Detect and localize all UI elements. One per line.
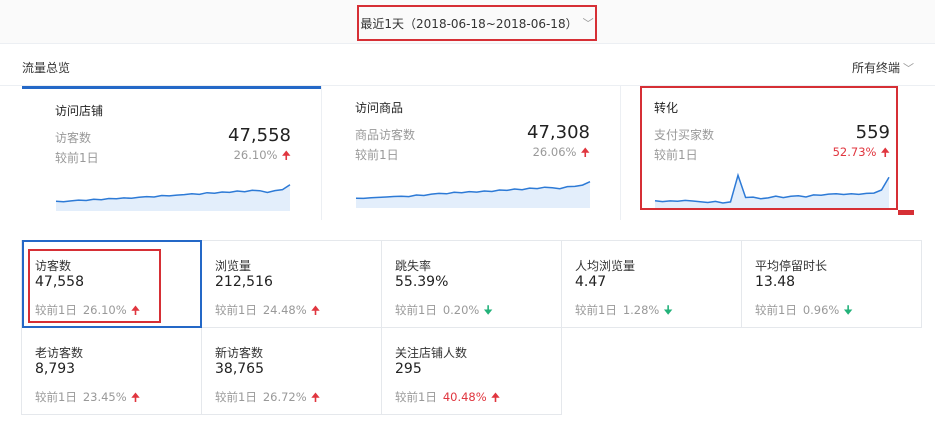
metric-cell-new-visitors[interactable]: 新访客数 38,765 较前1日 26.72% 🠉 — [201, 327, 382, 415]
metric-value: 295 — [395, 361, 422, 377]
date-toolbar: 最近1天（2018-06-18~2018-06-18） ﹀ — [0, 0, 935, 44]
metric-label: 关注店铺人数 — [395, 346, 468, 360]
arrow-up-icon: 🠉 — [310, 303, 321, 317]
metric-label: 老访客数 — [35, 346, 84, 360]
arrow-down-icon: 🠋 — [843, 303, 853, 317]
compare-label: 较前1日 — [395, 303, 437, 317]
arrow-up-icon: 🠉 — [580, 145, 590, 159]
metric-label: 平均停留时长 — [755, 259, 828, 273]
chevron-down-icon: ﹀ — [582, 17, 594, 30]
delta-percent: 0.20% — [442, 303, 480, 317]
metric-cell-returning-visitors[interactable]: 老访客数 8,793 较前1日 23.45% 🠉 — [21, 327, 202, 415]
metric-value: 4.47 — [575, 274, 607, 290]
metric-value: 55.39% — [395, 274, 449, 290]
compare-label: 较前1日 — [755, 303, 797, 317]
metric-label: 人均浏览量 — [575, 259, 636, 273]
metric-value: 47,308 — [527, 122, 590, 143]
terminal-filter[interactable]: 所有终端 ﹀ — [852, 59, 914, 76]
delta-percent: 40.48% — [442, 390, 487, 404]
metric-compare: 较前1日 24.48% 🠉 — [215, 302, 320, 322]
overview-card-store-visits[interactable]: 访问店铺 访客数 较前1日 47,558 26.10% 🠉 — [22, 86, 321, 222]
metric-compare: 较前1日 26.72% 🠉 — [215, 389, 320, 409]
delta: 26.10% 🠉 — [234, 148, 291, 167]
date-range-selector[interactable]: 最近1天（2018-06-18~2018-06-18） ﹀ — [357, 5, 597, 41]
delta-percent: 26.10% — [233, 148, 278, 162]
metric-label: 浏览量 — [215, 259, 252, 273]
delta-percent: 26.72% — [262, 390, 307, 404]
metric-cell-bounce-rate[interactable]: 跳失率 55.39% 较前1日 0.20% 🠋 — [381, 240, 562, 328]
overview-card-product-visits[interactable]: 访问商品 商品访客数 较前1日 47,308 26.06% 🠉 — [322, 86, 620, 222]
metric-cell-avg-duration[interactable]: 平均停留时长 13.48 较前1日 0.96% 🠋 — [741, 240, 922, 328]
compare-label: 较前1日 — [395, 390, 437, 404]
delta-percent: 26.06% — [532, 145, 577, 159]
metric-cell-store-followers[interactable]: 关注店铺人数 295 较前1日 40.48% 🠉 — [381, 327, 562, 415]
metric-value: 8,793 — [35, 361, 76, 377]
metric-cell-avg-pageviews[interactable]: 人均浏览量 4.47 较前1日 1.28% 🠋 — [561, 240, 742, 328]
delta-percent: 0.96% — [802, 303, 840, 317]
trend-area — [56, 184, 290, 211]
metric-value: 212,516 — [215, 274, 273, 290]
trend-sparkline — [355, 181, 591, 208]
arrow-down-icon: 🠋 — [483, 303, 493, 317]
chevron-down-icon: ﹀ — [903, 62, 914, 75]
compare-label: 较前1日 — [35, 390, 77, 404]
metric-compare: 较前1日 23.45% 🠉 — [35, 389, 140, 409]
annotation-marker — [898, 210, 914, 215]
arrow-up-icon: 🠉 — [310, 390, 321, 404]
metric-label: 访客数 — [55, 131, 92, 145]
metric-label: 跳失率 — [395, 259, 432, 273]
annotation-box — [28, 249, 161, 323]
arrow-up-icon: 🠉 — [281, 148, 291, 162]
compare-label: 较前1日 — [55, 151, 99, 165]
compare-label: 较前1日 — [215, 303, 257, 317]
metric-compare: 较前1日 1.28% 🠋 — [575, 302, 673, 322]
delta: 26.06% 🠉 — [533, 145, 590, 164]
metric-compare: 较前1日 0.96% 🠋 — [755, 302, 853, 322]
metric-value: 38,765 — [215, 361, 264, 377]
section-title: 流量总览 — [22, 61, 71, 75]
metric-compare: 较前1日 0.20% 🠋 — [395, 302, 493, 322]
metric-compare: 较前1日 40.48% 🠉 — [395, 389, 500, 409]
trend-sparkline — [55, 184, 291, 211]
compare-label: 较前1日 — [215, 390, 257, 404]
date-range-label: 最近1天（2018-06-18~2018-06-18） — [360, 16, 578, 31]
delta-percent: 1.28% — [622, 303, 660, 317]
metric-label: 新访客数 — [215, 346, 264, 360]
metric-value: 13.48 — [755, 274, 796, 290]
metric-label: 商品访客数 — [355, 128, 416, 142]
compare-label: 较前1日 — [355, 148, 399, 162]
arrow-down-icon: 🠋 — [663, 303, 673, 317]
arrow-up-icon: 🠉 — [130, 390, 141, 404]
delta-percent: 24.48% — [262, 303, 307, 317]
metric-value: 47,558 — [228, 125, 291, 146]
traffic-dashboard: 最近1天（2018-06-18~2018-06-18） ﹀ 流量总览 所有终端 ﹀… — [0, 0, 935, 435]
metric-cell-pageviews[interactable]: 浏览量 212,516 较前1日 24.48% 🠉 — [201, 240, 382, 328]
delta-percent: 23.45% — [82, 390, 127, 404]
card-title: 访问商品 — [355, 101, 404, 115]
compare-label: 较前1日 — [575, 303, 617, 317]
card-title: 访问店铺 — [55, 104, 104, 118]
annotation-box — [640, 86, 898, 210]
arrow-up-icon: 🠉 — [490, 390, 501, 404]
terminal-filter-label: 所有终端 — [851, 61, 900, 75]
trend-area — [356, 181, 590, 208]
